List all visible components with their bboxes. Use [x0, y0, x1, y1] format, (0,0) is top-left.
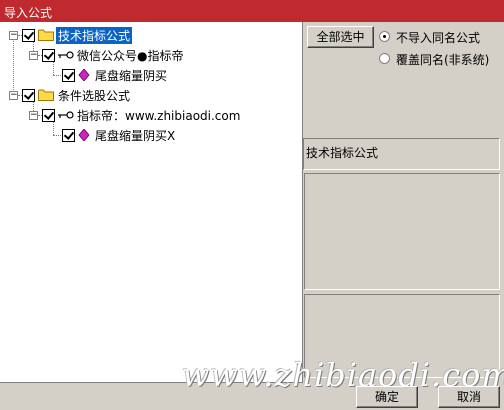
- tree-label: 指标帝：www.zhibiaodi.com: [77, 109, 241, 123]
- radio-label: 不导入同名公式: [396, 31, 481, 45]
- radio-button[interactable]: [379, 31, 390, 42]
- formula-gem-icon: [78, 69, 90, 81]
- formula-gem-icon: [78, 129, 90, 141]
- ok-button[interactable]: 确定: [356, 386, 418, 408]
- category-display: 技术指标公式: [303, 138, 500, 170]
- tree-node-formula[interactable]: 尾盘缩量阴买: [0, 66, 300, 84]
- collapse-toggle[interactable]: −: [9, 91, 18, 100]
- radio-no-import-duplicates[interactable]: 不导入同名公式: [379, 29, 504, 45]
- cancel-button[interactable]: 取消: [438, 386, 500, 408]
- tree-label: 尾盘缩量阴买: [95, 69, 168, 83]
- options-panel: 全部选中 不导入同名公式 覆盖同名(非系统) 技术指标公式: [303, 22, 504, 382]
- tree-label: 尾盘缩量阴买X: [95, 129, 176, 143]
- bottom-bar: 确定 取消: [0, 382, 504, 410]
- window-title: 导入公式: [4, 6, 53, 20]
- tree-checkbox[interactable]: [62, 69, 75, 82]
- folder-icon: [38, 29, 54, 41]
- radio-label: 覆盖同名(非系统): [396, 53, 490, 67]
- radio-button[interactable]: [379, 53, 390, 64]
- collapse-toggle[interactable]: −: [9, 31, 18, 40]
- collapse-toggle[interactable]: −: [29, 111, 38, 120]
- tree-label: 技术指标公式: [56, 27, 133, 44]
- key-icon: [58, 111, 74, 119]
- description-box: [304, 173, 500, 290]
- folder-icon: [38, 89, 54, 101]
- formula-tree[interactable]: − 技术指标公式 − 微信公众号●指标帝 尾盘缩量阴买 − 条件选股公式 − 指…: [0, 22, 303, 383]
- tree-checkbox[interactable]: [22, 29, 35, 42]
- tree-node-stock-screening[interactable]: − 条件选股公式: [0, 86, 300, 104]
- tree-node-technical-indicators[interactable]: − 技术指标公式: [0, 26, 300, 44]
- tree-node-formula[interactable]: 尾盘缩量阴买X: [0, 126, 300, 144]
- category-text: 技术指标公式: [306, 146, 379, 160]
- tree-label: 条件选股公式: [58, 89, 131, 103]
- title-bar: 导入公式: [0, 0, 504, 22]
- collapse-toggle[interactable]: −: [29, 51, 38, 60]
- tree-checkbox[interactable]: [42, 109, 55, 122]
- tree-checkbox[interactable]: [62, 129, 75, 142]
- radio-overwrite-duplicates[interactable]: 覆盖同名(非系统): [379, 51, 504, 67]
- tree-node-website-author[interactable]: − 指标帝：www.zhibiaodi.com: [0, 106, 300, 124]
- tree-checkbox[interactable]: [42, 49, 55, 62]
- select-all-button[interactable]: 全部选中: [307, 26, 374, 48]
- tree-checkbox[interactable]: [22, 89, 35, 102]
- tree-label: 微信公众号●指标帝: [77, 49, 184, 63]
- tree-node-wechat-author[interactable]: − 微信公众号●指标帝: [0, 46, 300, 64]
- key-icon: [58, 51, 74, 59]
